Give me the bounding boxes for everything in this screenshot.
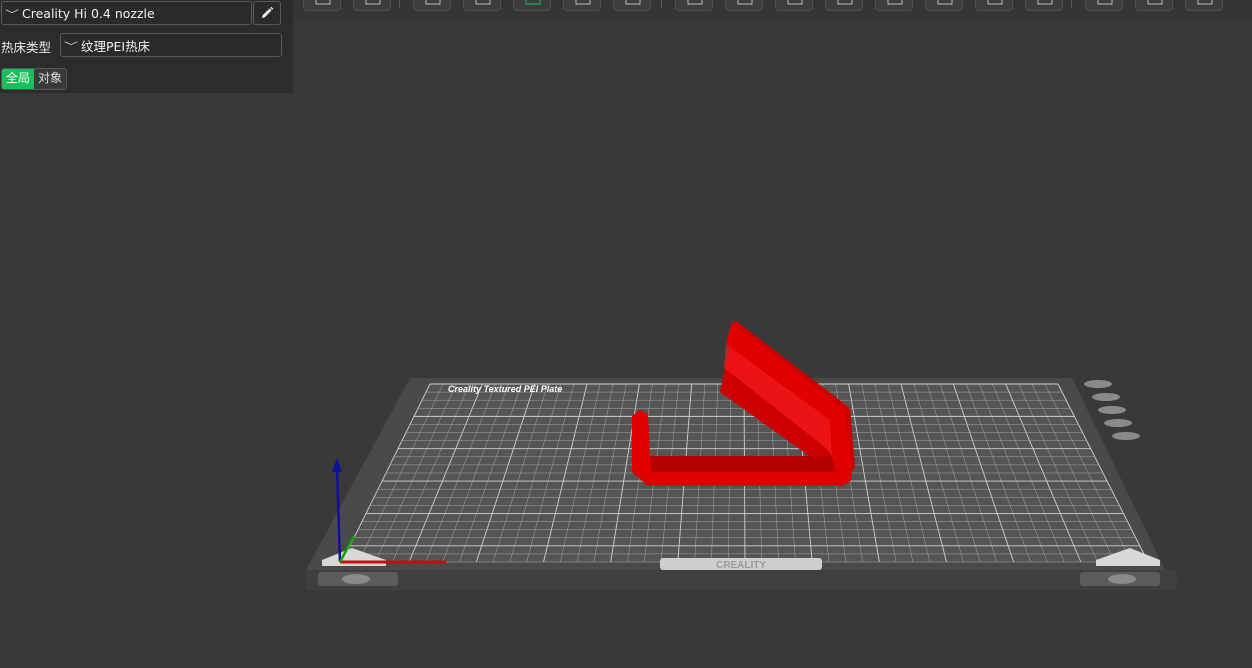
object-tab[interactable]: 对象 <box>34 69 67 89</box>
support-paint-icon <box>887 0 903 5</box>
scene-canvas[interactable]: Creality Textured PEI Plate CREALITY <box>293 22 1252 668</box>
seam-paint-button[interactable] <box>925 0 963 11</box>
printer-name: Creality Hi 0.4 nozzle <box>22 5 155 21</box>
cut-icon <box>837 0 853 5</box>
split-objects-button[interactable] <box>563 0 601 11</box>
layers-button[interactable] <box>613 0 651 11</box>
cut-button[interactable] <box>825 0 863 11</box>
3d-viewport[interactable]: Creality Textured PEI Plate CREALITY <box>293 22 1252 668</box>
toolbar-separator <box>399 0 400 8</box>
bed-type-label: 热床类型 <box>1 40 52 55</box>
color-paint-icon <box>987 0 1003 5</box>
move-icon <box>687 0 703 5</box>
rotate-button[interactable] <box>725 0 763 11</box>
support-paint-button[interactable] <box>875 0 913 11</box>
rotate-icon <box>737 0 753 5</box>
split-objects-icon <box>575 0 591 5</box>
orient-button[interactable] <box>413 0 451 11</box>
color-paint-button[interactable] <box>975 0 1013 11</box>
bed-type-select[interactable]: ﹀ 纹理PEI热床 <box>60 33 282 57</box>
plate-brand: CREALITY <box>716 560 766 571</box>
toolbar-separator <box>1071 0 1072 8</box>
scale-button[interactable] <box>775 0 813 11</box>
measure-icon <box>1037 0 1053 5</box>
add-plate-icon <box>365 0 381 5</box>
arrange-icon <box>525 0 541 5</box>
layers-icon <box>625 0 641 5</box>
pencil-icon <box>262 6 274 18</box>
text-button[interactable] <box>1135 0 1173 11</box>
chevron-down-icon: ﹀ <box>64 41 78 53</box>
emboss-icon <box>1197 0 1213 5</box>
assembly-button[interactable] <box>1085 0 1123 11</box>
auto-orient-button[interactable] <box>463 0 501 11</box>
settings-scope-toggle: 全局 对象 <box>1 68 68 90</box>
add-object-button[interactable] <box>303 0 341 11</box>
arrange-button[interactable] <box>513 0 551 11</box>
seam-paint-icon <box>937 0 953 5</box>
global-tab[interactable]: 全局 <box>2 69 35 89</box>
settings-panel: ﹀ Creality Hi 0.4 nozzle 热床类型 ﹀ 纹理PEI热床 … <box>0 0 293 93</box>
move-button[interactable] <box>675 0 713 11</box>
text-icon <box>1147 0 1163 5</box>
add-plate-button[interactable] <box>353 0 391 11</box>
measure-button[interactable] <box>1025 0 1063 11</box>
chevron-down-icon: ﹀ <box>5 9 19 21</box>
edit-printer-button[interactable] <box>253 1 281 25</box>
build-plate-edge <box>306 570 1177 590</box>
bed-type-value: 纹理PEI热床 <box>81 38 151 54</box>
auto-orient-icon <box>475 0 491 5</box>
emboss-button[interactable] <box>1185 0 1223 11</box>
printer-select[interactable]: ﹀ Creality Hi 0.4 nozzle <box>1 1 252 25</box>
scale-icon <box>787 0 803 5</box>
add-object-icon <box>315 0 331 5</box>
plate-title: Creality Textured PEI Plate <box>448 384 562 394</box>
top-toolbar <box>293 0 1252 22</box>
toolbar-separator <box>661 0 662 8</box>
assembly-icon <box>1097 0 1113 5</box>
orient-icon <box>425 0 441 5</box>
